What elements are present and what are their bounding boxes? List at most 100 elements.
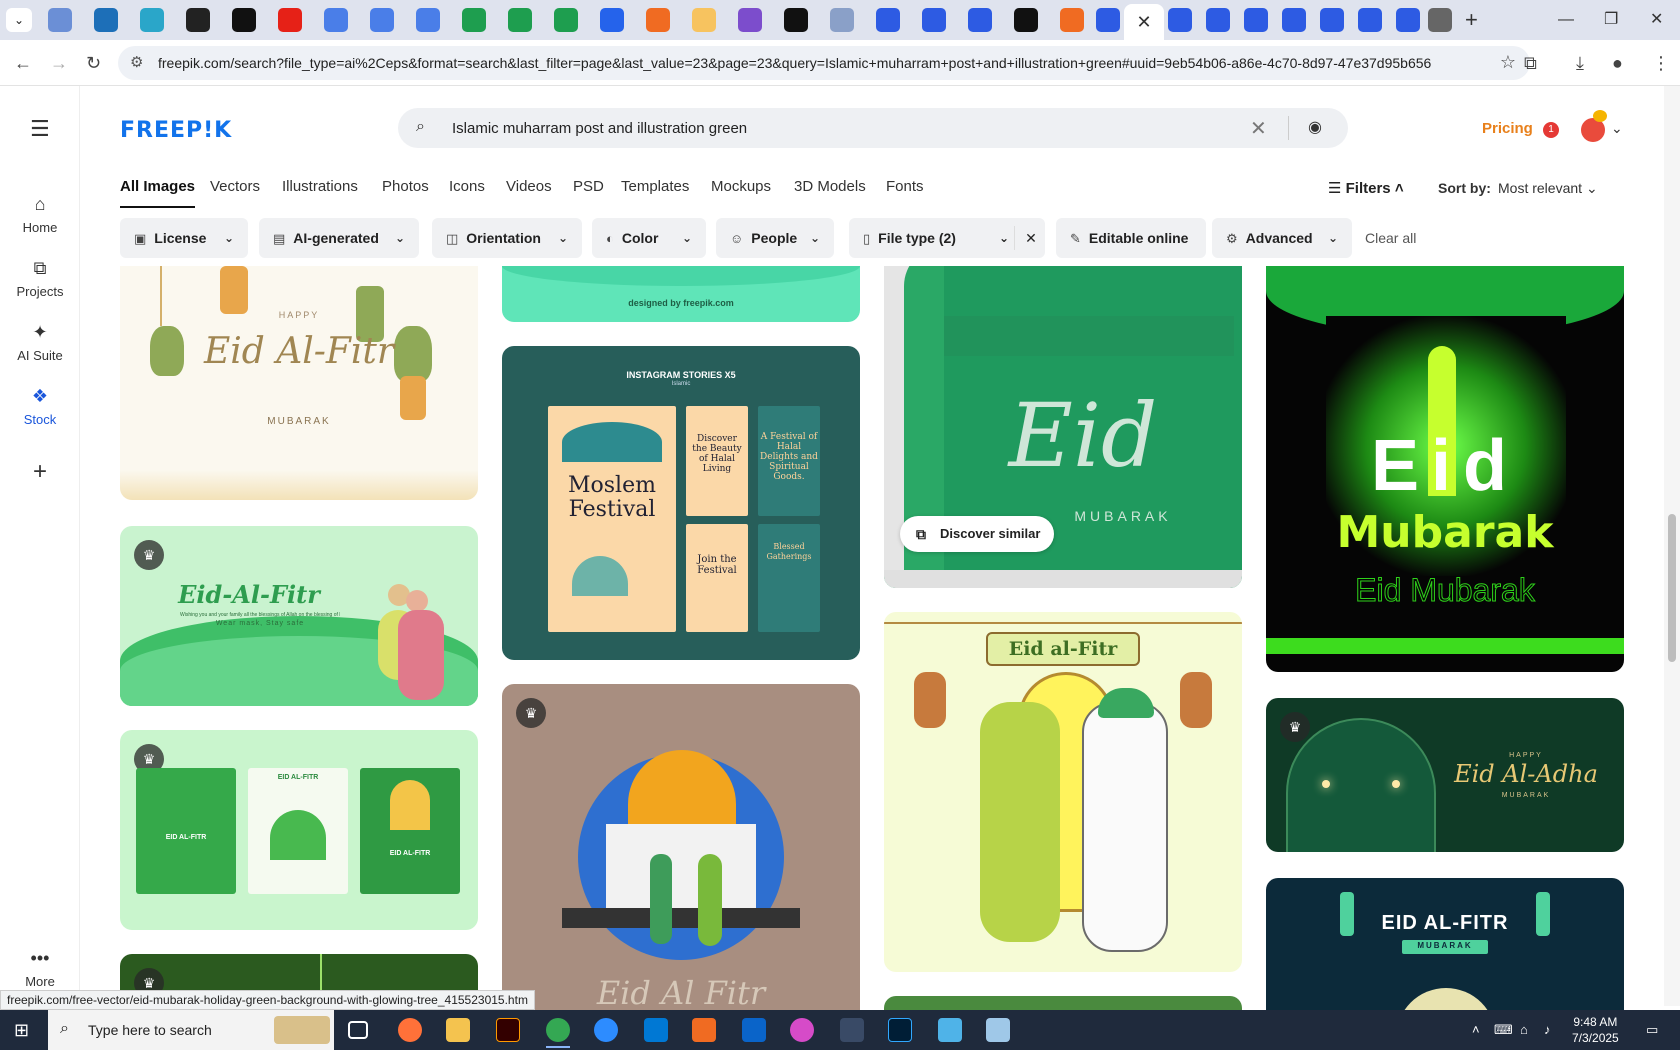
restore-icon[interactable]: ❐	[1604, 8, 1618, 32]
tab[interactable]	[830, 8, 854, 32]
tab[interactable]	[1096, 8, 1120, 32]
result-card[interactable]: ♛ Eid Al Fitr	[502, 684, 860, 1010]
taskbar-search[interactable]: ⌕ Type here to search	[48, 1010, 334, 1050]
tab-fonts[interactable]: Fonts	[886, 178, 924, 195]
notification-badge[interactable]: 1	[1543, 122, 1559, 138]
filter-editable-online[interactable]: ✎ Editable online	[1056, 218, 1206, 258]
tab[interactable]	[922, 8, 946, 32]
result-card[interactable]	[884, 996, 1242, 1010]
new-tab-button[interactable]: +	[1465, 8, 1478, 32]
tray-chevron-icon[interactable]: ˄	[1472, 1022, 1480, 1037]
tab[interactable]	[1396, 8, 1420, 32]
windows-start-icon[interactable]: ⊞	[14, 1020, 29, 1041]
result-card[interactable]: ♛ Eid-Al-Fitr Wishing you and your famil…	[120, 526, 478, 706]
file-explorer-icon[interactable]	[446, 1018, 470, 1042]
pen-tool-icon[interactable]	[840, 1018, 864, 1042]
firefox-icon[interactable]	[398, 1018, 422, 1042]
active-tab-close-icon[interactable]: ✕	[1124, 4, 1164, 40]
taskbar-clock[interactable]: 9:48 AM 7/3/2025	[1572, 1014, 1619, 1046]
tab[interactable]	[1428, 8, 1452, 32]
vscode-icon[interactable]	[644, 1018, 668, 1042]
camera-icon[interactable]: ◉	[1308, 117, 1322, 137]
app-icon[interactable]	[986, 1018, 1010, 1042]
result-card[interactable]: designed by freepik.com	[502, 266, 860, 322]
tab-mockups[interactable]: Mockups	[711, 178, 771, 195]
filter-color[interactable]: ◐ Color ⌄	[592, 218, 706, 258]
filters-button[interactable]: ☰ Filters ˄	[1328, 179, 1404, 197]
discover-similar-button[interactable]: Discover similar	[900, 516, 1055, 552]
outlook-icon[interactable]	[742, 1018, 766, 1042]
chrome-icon[interactable]	[546, 1018, 570, 1048]
tab-photos[interactable]: Photos	[382, 178, 429, 195]
filter-people[interactable]: ☺ People ⌄	[716, 218, 834, 258]
tab[interactable]	[876, 8, 900, 32]
filter-ai-generated[interactable]: ▤ AI-generated ⌄	[259, 218, 419, 258]
filter-license[interactable]: ▣ License ⌄	[120, 218, 248, 258]
reload-icon[interactable]: ↻	[86, 52, 101, 74]
rail-add-button[interactable]: +	[0, 458, 80, 485]
photoshop-icon[interactable]	[888, 1018, 912, 1042]
tab-vectors[interactable]: Vectors	[210, 178, 260, 195]
rail-item-ai-suite[interactable]: ✦ AI Suite	[0, 322, 80, 363]
illustrator-icon[interactable]	[496, 1018, 520, 1042]
result-card[interactable]: Eid Mubarak Eid Mubarak	[1266, 266, 1624, 672]
tab[interactable]	[1282, 8, 1306, 32]
avatar[interactable]	[1581, 110, 1607, 142]
tray-icon[interactable]: ⌨	[1494, 1022, 1513, 1038]
result-card[interactable]: INSTAGRAM STORIES X5 Islamic Moslem Fest…	[502, 346, 860, 660]
minimize-icon[interactable]: —	[1558, 8, 1574, 32]
tab[interactable]	[1168, 8, 1192, 32]
tab[interactable]	[692, 8, 716, 32]
scrollbar-thumb[interactable]	[1668, 514, 1676, 662]
browser-menu-icon[interactable]: ⋮	[1652, 52, 1670, 74]
tab[interactable]	[232, 8, 256, 32]
result-card[interactable]: ♛ HAPPY Eid Al-Adha MUBARAK	[1266, 698, 1624, 852]
filter-file-type[interactable]: ▯ File type (2) ⌄ ✕	[849, 218, 1045, 258]
tab[interactable]	[186, 8, 210, 32]
rail-item-home[interactable]: ⌂ Home	[0, 194, 80, 235]
download-icon[interactable]: ⤓	[1576, 52, 1584, 74]
tab[interactable]	[370, 8, 394, 32]
extensions-icon[interactable]: ⧉	[1524, 52, 1537, 74]
tab-icons[interactable]: Icons	[449, 178, 485, 195]
result-card[interactable]: ♛ EID AL-FITR EID AL-FITR EID AL-FITR	[120, 730, 478, 930]
app-icon[interactable]	[790, 1018, 814, 1042]
site-info-icon[interactable]: ⚙	[130, 53, 143, 71]
forward-icon[interactable]: →	[50, 52, 68, 74]
filter-advanced[interactable]: ⚙ Advanced ⌄	[1212, 218, 1352, 258]
page-scrollbar[interactable]	[1664, 86, 1680, 1006]
tab-search-button[interactable]: ⌄	[6, 8, 32, 32]
filter-orientation[interactable]: ◫ Orientation ⌄	[432, 218, 582, 258]
tab[interactable]	[1206, 8, 1230, 32]
sort-dropdown[interactable]: Most relevant ⌄	[1498, 180, 1598, 197]
tab-templates[interactable]: Templates	[621, 178, 689, 195]
zoom-icon[interactable]	[594, 1018, 618, 1042]
tab[interactable]	[324, 8, 348, 32]
back-icon[interactable]: ←	[14, 52, 32, 74]
tab-3d-models[interactable]: 3D Models	[794, 178, 866, 195]
tab[interactable]	[1014, 8, 1038, 32]
tab[interactable]	[508, 8, 532, 32]
tab-all-images[interactable]: All Images	[120, 178, 196, 208]
tab[interactable]	[600, 8, 624, 32]
tab[interactable]	[1320, 8, 1344, 32]
remove-filter-icon[interactable]: ✕	[1017, 218, 1045, 258]
wifi-icon[interactable]: ⌂	[1520, 1022, 1528, 1037]
volume-icon[interactable]: ♪	[1544, 1022, 1551, 1037]
freepik-logo[interactable]: FREEP!K	[120, 118, 232, 143]
tab[interactable]	[278, 8, 302, 32]
result-card[interactable]: Eid MUBARAK Discover similar	[884, 266, 1242, 588]
notifications-icon[interactable]: ▭	[1646, 1022, 1658, 1038]
app-icon[interactable]	[692, 1018, 716, 1042]
tab[interactable]	[416, 8, 440, 32]
tab[interactable]	[462, 8, 486, 32]
pricing-link[interactable]: Pricing	[1482, 120, 1533, 137]
close-window-icon[interactable]: ✕	[1650, 8, 1663, 32]
clear-search-icon[interactable]: ✕	[1250, 116, 1267, 141]
result-card[interactable]: HAPPY Eid Al-Fitr MUBARAK	[120, 266, 478, 500]
tab[interactable]	[94, 8, 118, 32]
search-input[interactable]	[452, 117, 1232, 139]
menu-icon[interactable]: ☰	[30, 116, 50, 142]
tab[interactable]	[554, 8, 578, 32]
address-bar[interactable]: ⚙ freepik.com/search?file_type=ai%2Ceps&…	[118, 46, 1530, 80]
